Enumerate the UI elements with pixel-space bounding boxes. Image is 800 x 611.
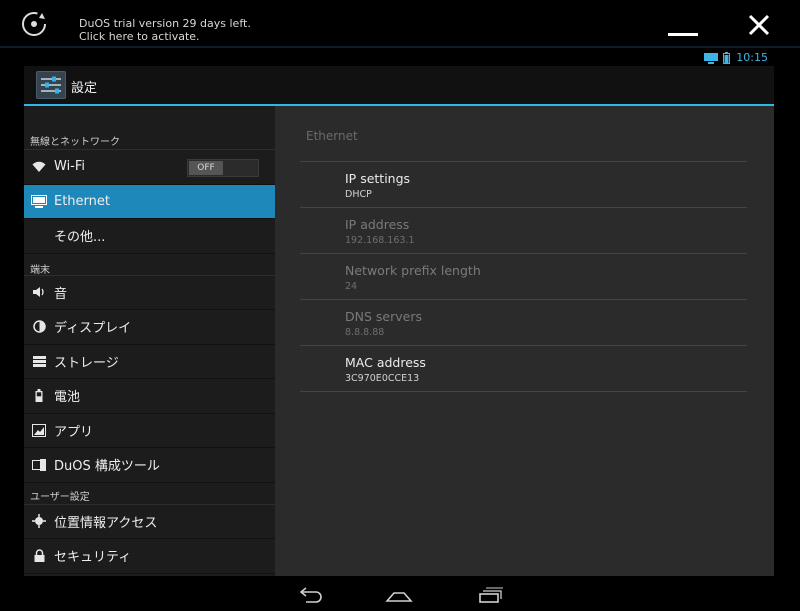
pref-network-prefix-length: Network prefix length 24: [300, 254, 747, 300]
sidebar-item-storage[interactable]: ストレージ: [24, 345, 275, 379]
screen-icon: [704, 52, 719, 64]
sidebar-item-label: その他...: [54, 230, 106, 246]
action-bar: 設定: [24, 66, 774, 104]
monitor-icon: [24, 194, 54, 208]
section-header-user: ユーザー設定: [24, 483, 275, 505]
pref-summary: 24: [345, 281, 358, 292]
toggle-state: OFF: [189, 161, 223, 175]
speaker-icon: [24, 286, 54, 298]
pref-summary: 3C970E0CCE13: [345, 373, 420, 384]
pref-summary: 8.8.8.88: [345, 327, 385, 338]
duos-config-icon: [24, 458, 54, 471]
sidebar-item-label: 位置情報アクセス: [54, 515, 158, 531]
sidebar-item-label: ストレージ: [54, 355, 119, 371]
ethernet-settings-panel: Ethernet IP settings DHCP IP address 192…: [275, 106, 774, 576]
pref-summary: 192.168.163.1: [345, 235, 415, 246]
home-icon[interactable]: [385, 583, 413, 605]
sidebar-item-wifi[interactable]: Wi-Fi OFF: [24, 150, 275, 185]
sidebar-item-label: アプリ: [54, 424, 94, 440]
close-icon[interactable]: [744, 10, 774, 40]
wifi-toggle[interactable]: OFF: [187, 159, 259, 177]
sidebar-item-label: Wi-Fi: [54, 159, 86, 175]
status-bar: 10:15: [24, 48, 774, 66]
sidebar-item-label: ディスプレイ: [54, 321, 132, 337]
sidebar-item-duos-config[interactable]: DuOS 構成ツール: [24, 448, 275, 483]
page-title: 設定: [71, 81, 98, 96]
pref-title: IP address: [345, 217, 410, 232]
pref-title: IP settings: [345, 171, 411, 186]
sidebar-item-sound[interactable]: 音: [24, 276, 275, 310]
minimize-icon[interactable]: [668, 16, 698, 38]
sidebar-item-label: 音: [54, 286, 68, 302]
pref-ip-address: IP address 192.168.163.1: [300, 208, 747, 254]
location-icon: [24, 514, 54, 529]
frame-edge: [774, 66, 800, 611]
trial-days-text: DuOS trial version 29 days left.: [79, 17, 251, 30]
sidebar-item-location[interactable]: 位置情報アクセス: [24, 505, 275, 539]
sidebar-item-more[interactable]: その他...: [24, 219, 275, 254]
sidebar-item-label: DuOS 構成ツール: [54, 459, 160, 475]
sidebar-item-apps[interactable]: アプリ: [24, 414, 275, 448]
settings-icon[interactable]: [36, 71, 66, 99]
battery-icon: [723, 51, 731, 64]
sidebar-item-security[interactable]: セキュリティ: [24, 539, 275, 574]
navigation-bar: [24, 576, 774, 611]
activate-text: Click here to activate.: [79, 30, 200, 43]
sidebar-item-battery[interactable]: 電池: [24, 379, 275, 414]
recent-apps-icon[interactable]: [476, 583, 504, 605]
sidebar-item-ethernet[interactable]: Ethernet: [24, 184, 275, 219]
pref-title: Network prefix length: [345, 263, 481, 278]
back-icon[interactable]: [296, 583, 324, 605]
pref-summary: DHCP: [345, 189, 372, 200]
apps-icon: [24, 423, 54, 437]
pref-title: MAC address: [345, 355, 426, 370]
pref-title: DNS servers: [345, 309, 422, 324]
pref-dns-servers: DNS servers 8.8.8.88: [300, 300, 747, 346]
wifi-icon: [24, 161, 54, 173]
duos-title-bar: DuOS trial version 29 days left. Click h…: [0, 0, 800, 48]
activate-link[interactable]: DuOS trial version 29 days left. Click h…: [79, 17, 251, 43]
sidebar-item-label: セキュリティ: [54, 550, 132, 566]
preference-list: IP settings DHCP IP address 192.168.163.…: [300, 161, 747, 392]
pref-ip-settings[interactable]: IP settings DHCP: [300, 162, 747, 208]
brightness-icon: [24, 320, 54, 333]
pref-mac-address[interactable]: MAC address 3C970E0CCE13: [300, 346, 747, 392]
lock-icon: [24, 549, 54, 563]
section-header-wireless: 無線とネットワーク: [24, 106, 275, 150]
section-header-device: 端末: [24, 254, 275, 276]
battery-icon: [24, 389, 54, 403]
sidebar-item-display[interactable]: ディスプレイ: [24, 310, 275, 345]
sidebar-item-label: 電池: [54, 390, 81, 406]
panel-title: Ethernet: [306, 129, 358, 143]
clock: 10:15: [736, 51, 768, 64]
storage-icon: [24, 355, 54, 367]
settings-sidebar: 無線とネットワーク Wi-Fi OFF Ethernet その他... 端末 音…: [24, 106, 275, 576]
sidebar-item-label: Ethernet: [54, 193, 110, 209]
duos-logo-icon: [22, 12, 46, 36]
